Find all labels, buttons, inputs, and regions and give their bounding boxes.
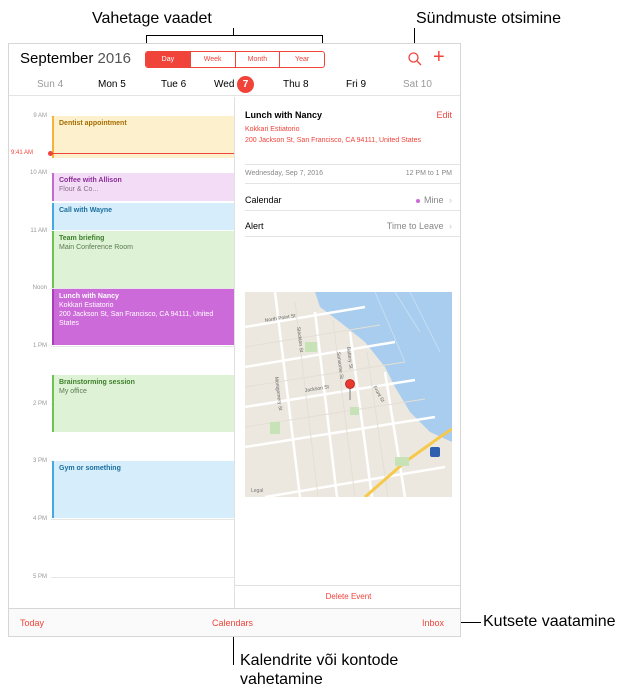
day-sun[interactable]: Sun 4	[37, 79, 63, 90]
hour-label: 9 AM	[33, 113, 47, 119]
callout-switch-calendars-line1: Kalendrite või kontode	[240, 652, 399, 669]
day-thu[interactable]: Thu 8	[283, 79, 309, 90]
event-title: Call with Wayne	[59, 207, 113, 214]
map-legal-text: Legal	[251, 488, 263, 494]
event-team-briefing[interactable]: Team briefing Main Conference Room	[52, 231, 234, 288]
day-mon[interactable]: Mon 5	[98, 79, 126, 90]
event-address: 200 Jackson St, San Francisco, CA 94111,…	[59, 311, 214, 327]
current-time-line	[49, 153, 234, 154]
day-timeline[interactable]: 9 AM 10 AM 11 AM Noon 1 PM 2 PM 3 PM 4 P…	[9, 97, 234, 608]
detail-location[interactable]: Kokkari Estiatorio 200 Jackson St, San F…	[245, 124, 445, 146]
map-pin-icon	[345, 379, 355, 389]
event-call-wayne[interactable]: Call with Wayne	[52, 203, 234, 230]
alert-value: Time to Leave	[386, 221, 444, 231]
detail-time: 12 PM to 1 PM	[405, 170, 452, 177]
event-lunch-nancy[interactable]: Lunch with Nancy Kokkari Estiatorio 200 …	[52, 289, 234, 345]
day-wed[interactable]: Wed	[214, 79, 234, 90]
detail-address: 200 Jackson St, San Francisco, CA 94111,…	[245, 137, 422, 144]
callout-bracket-right	[322, 35, 323, 43]
calendar-name: Mine	[423, 195, 444, 205]
callout-bracket-left	[146, 35, 147, 43]
event-title: Gym or something	[59, 465, 121, 472]
view-month-button[interactable]: Month	[236, 52, 281, 67]
view-week-button[interactable]: Week	[191, 52, 236, 67]
inbox-button[interactable]: Inbox	[422, 618, 444, 628]
separator	[245, 183, 460, 184]
hour-label: 1 PM	[32, 343, 47, 349]
callout-bracket-stem	[233, 28, 234, 36]
year-label: 2016	[97, 50, 131, 67]
view-year-button[interactable]: Year	[280, 52, 324, 67]
event-location: My office	[59, 388, 87, 395]
view-switcher: Day Week Month Year	[145, 51, 325, 68]
hour-label: 5 PM	[32, 574, 47, 580]
day-wed-selected-badge[interactable]: 7	[237, 76, 254, 93]
calendar-row-label[interactable]: Calendar	[245, 195, 282, 205]
hour-label: 4 PM	[32, 516, 47, 522]
chevron-right-icon: ›	[449, 221, 452, 231]
delete-event-button[interactable]: Delete Event	[235, 585, 460, 608]
separator	[245, 210, 460, 211]
month-name: September	[20, 50, 94, 67]
hour-label: Noon	[32, 285, 47, 291]
week-strip: Sun 4 Mon 5 Tue 6 Wed 7 Thu 8 Fri 9 Sat …	[9, 74, 460, 96]
current-time-label: 9:41 AM	[11, 150, 34, 156]
hour-label: 3 PM	[32, 458, 47, 464]
top-bar: September 2016 Day Week Month Year +	[9, 44, 460, 74]
hour-line	[51, 577, 234, 578]
event-dentist[interactable]: Dentist appointment	[52, 116, 234, 158]
event-location: Main Conference Room	[59, 244, 133, 251]
month-title: September 2016	[20, 50, 131, 67]
event-detail-pane: Lunch with Nancy Edit Kokkari Estiatorio…	[235, 97, 460, 608]
view-day-button[interactable]: Day	[146, 52, 191, 67]
today-button[interactable]: Today	[20, 618, 44, 628]
callout-switch-views: Vahetage vaadet	[92, 10, 212, 27]
detail-place: Kokkari Estiatorio	[245, 126, 300, 133]
calendars-button[interactable]: Calendars	[212, 618, 253, 628]
event-location: Flour & Co...	[59, 186, 99, 193]
current-time-dot	[48, 151, 53, 156]
day-tue[interactable]: Tue 6	[161, 79, 186, 90]
day-fri[interactable]: Fri 9	[346, 79, 366, 90]
event-title: Coffee with Allison	[59, 177, 122, 184]
hour-label: 10 AM	[29, 170, 47, 176]
separator	[245, 164, 460, 165]
hour-label: 2 PM	[32, 401, 47, 407]
location-map[interactable]: North Point St Sansome St Battery St Sto…	[245, 292, 452, 497]
alert-row-label[interactable]: Alert	[245, 221, 264, 231]
alert-row-value[interactable]: Time to Leave ›	[387, 221, 452, 231]
event-gym[interactable]: Gym or something	[52, 461, 234, 518]
event-location: Kokkari Estiatorio	[59, 302, 114, 309]
hour-line	[51, 519, 234, 520]
detail-date: Wednesday, Sep 7, 2016	[245, 170, 323, 177]
event-title: Lunch with Nancy	[59, 293, 119, 300]
add-event-icon[interactable]: +	[433, 46, 445, 68]
event-title: Brainstorming session	[59, 379, 135, 386]
detail-title: Lunch with Nancy	[245, 110, 323, 120]
edit-button[interactable]: Edit	[436, 110, 452, 120]
separator	[245, 236, 460, 237]
calendar-color-dot	[415, 198, 420, 203]
bottom-toolbar: Today Calendars Inbox	[9, 608, 460, 636]
hour-label: 11 AM	[30, 228, 47, 234]
event-title: Team briefing	[59, 235, 105, 242]
callout-bracket-top	[146, 35, 323, 36]
map-graphic: North Point St Sansome St Battery St Sto…	[245, 292, 452, 497]
calendar-app-window: September 2016 Day Week Month Year + Sun…	[8, 43, 461, 637]
chevron-right-icon: ›	[449, 195, 452, 205]
callout-view-invitations: Kutsete vaatamine	[483, 613, 616, 630]
callout-switch-calendars-line2: vahetamine	[240, 671, 323, 688]
calendar-row-value[interactable]: Mine ›	[415, 195, 452, 205]
event-title: Dentist appointment	[59, 120, 127, 127]
hour-line	[51, 346, 234, 347]
day-sat[interactable]: Sat 10	[403, 79, 432, 90]
callout-search-events: Sündmuste otsimine	[416, 10, 561, 27]
search-icon[interactable]	[407, 51, 423, 67]
event-coffee[interactable]: Coffee with Allison Flour & Co...	[52, 173, 234, 201]
event-brainstorming[interactable]: Brainstorming session My office	[52, 375, 234, 432]
